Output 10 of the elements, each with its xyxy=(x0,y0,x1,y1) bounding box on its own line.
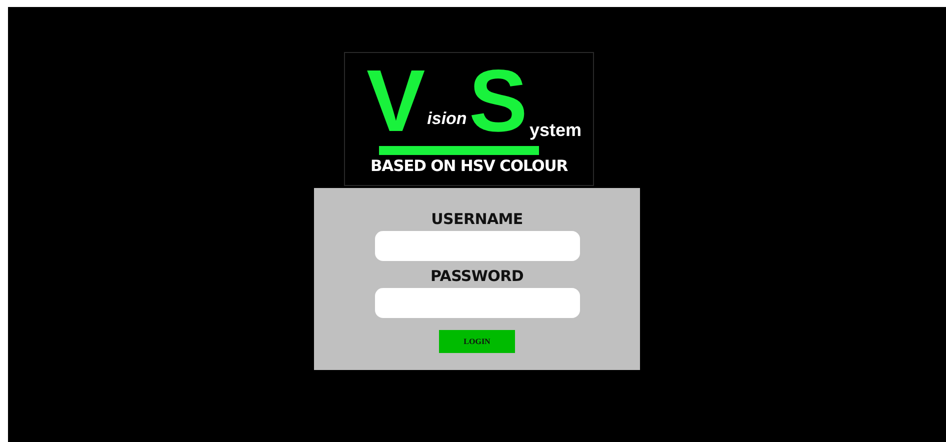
field-label: USERNAME xyxy=(431,212,523,227)
logo-word: ystem xyxy=(530,121,582,139)
input-field[interactable] xyxy=(374,288,580,318)
logo-letter: V xyxy=(366,57,426,145)
logo-letter: S xyxy=(468,57,528,145)
login-button[interactable]: LOGIN xyxy=(439,330,515,353)
field-label: PASSWORD xyxy=(430,269,524,284)
logo-word: ision xyxy=(427,110,467,127)
input-field[interactable] xyxy=(374,231,580,261)
logo-tagline: BASED ON HSV COLOUR xyxy=(370,159,568,174)
